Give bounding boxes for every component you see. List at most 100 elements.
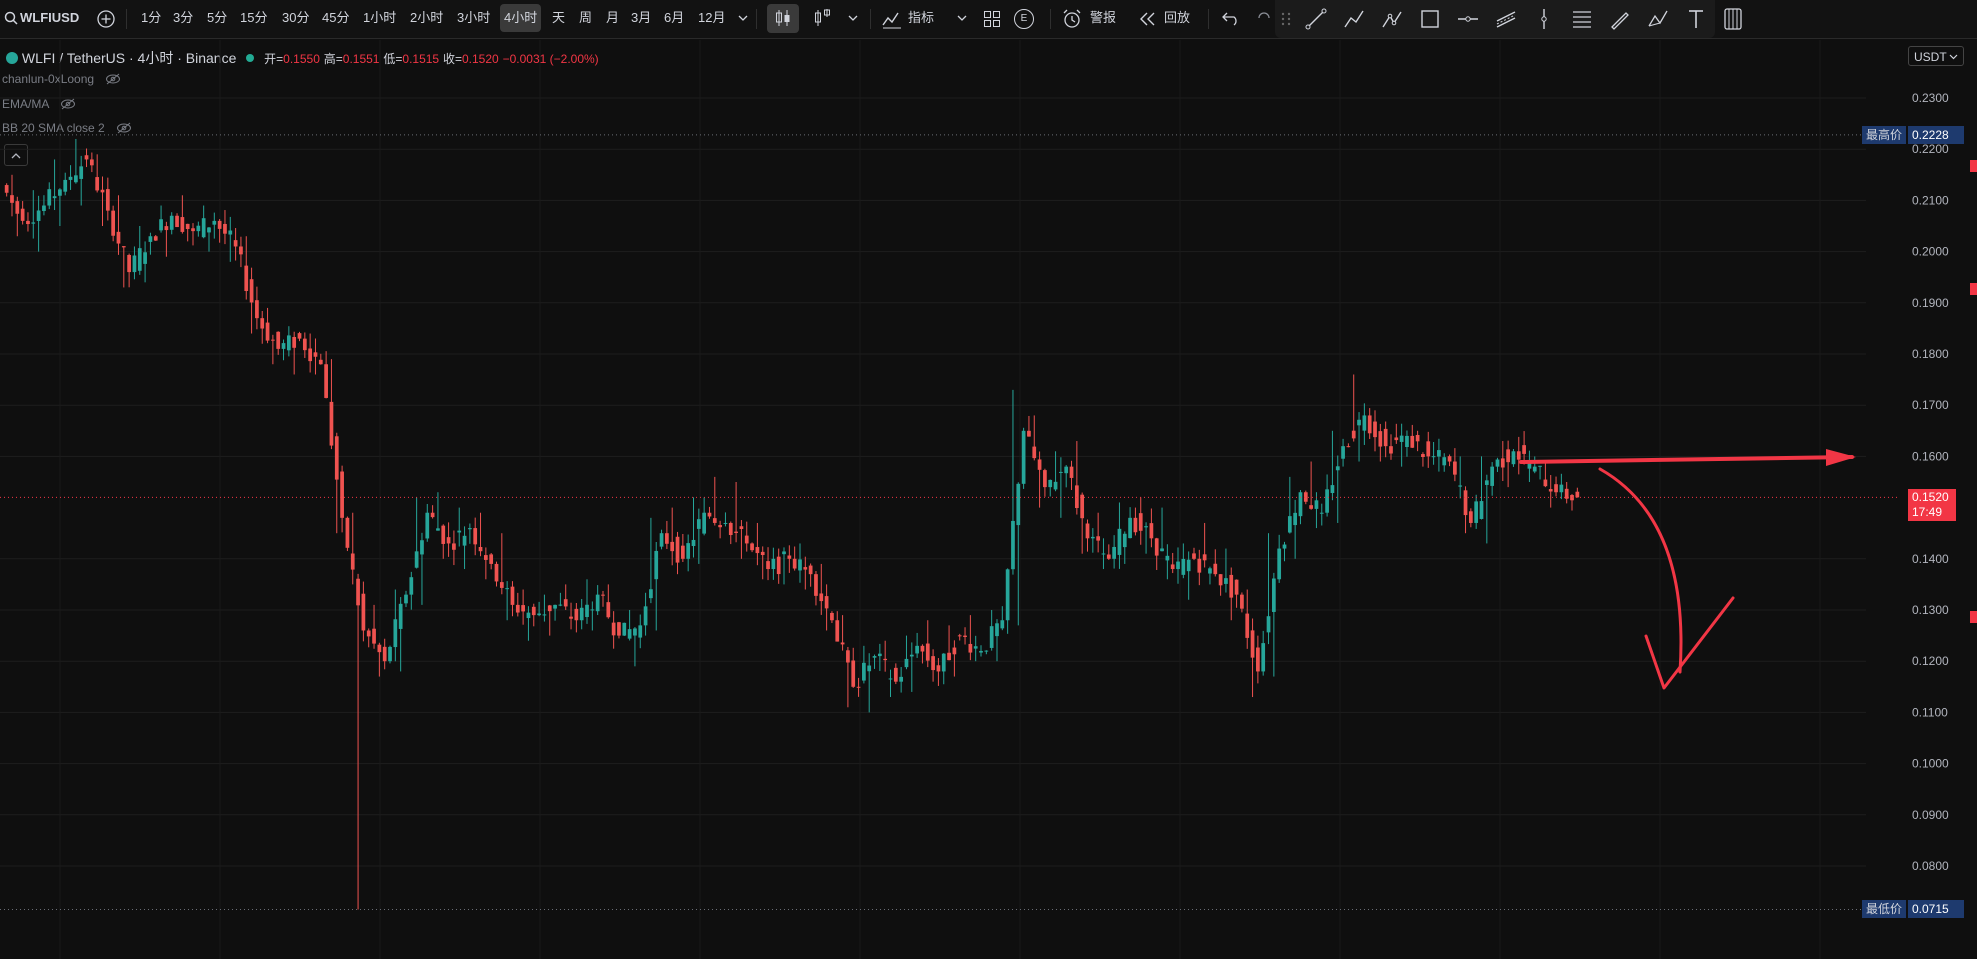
vertical-line-icon[interactable] xyxy=(1533,8,1555,30)
candle-body xyxy=(862,662,866,681)
interval-3h[interactable]: 3小时 xyxy=(457,4,490,32)
candle-body xyxy=(537,613,541,616)
parallel-channel-icon[interactable] xyxy=(1495,8,1517,30)
fib-retracement-icon[interactable] xyxy=(1571,8,1593,30)
chevron-down-icon xyxy=(1949,54,1958,60)
indicators-button[interactable]: 指标 xyxy=(908,4,934,32)
interval-3m[interactable]: 3分 xyxy=(173,4,193,32)
candle-body xyxy=(1367,415,1372,434)
measure-icon[interactable] xyxy=(1722,7,1744,31)
candle-body xyxy=(1495,459,1500,467)
alert-marker[interactable] xyxy=(1970,160,1977,172)
rectangle-icon[interactable] xyxy=(1419,8,1441,30)
interval-30m[interactable]: 30分 xyxy=(282,4,309,32)
polyline-icon[interactable] xyxy=(1343,8,1365,30)
candle-body xyxy=(185,223,190,230)
alert-marker[interactable] xyxy=(1970,611,1977,623)
interval-6month[interactable]: 6月 xyxy=(664,4,684,32)
pattern-icon[interactable] xyxy=(1647,8,1669,30)
price-chart[interactable]: 0.2300 0.2200 0.2100 0.2000 0.1900 0.1800 0.17… xyxy=(0,38,1977,959)
interval-1d[interactable]: 天 xyxy=(552,4,565,32)
chevron-down-icon[interactable] xyxy=(738,15,748,22)
text-icon[interactable] xyxy=(1685,8,1707,30)
price-tick-label: 0.2100 xyxy=(1912,193,1949,207)
candle-body xyxy=(814,574,818,596)
candle-body xyxy=(654,550,659,580)
drag-handle-icon[interactable] xyxy=(1281,12,1291,26)
interval-2h[interactable]: 2小时 xyxy=(410,4,443,32)
candle-body xyxy=(36,210,41,221)
add-symbol-icon[interactable] xyxy=(96,9,116,29)
interval-1h[interactable]: 1小时 xyxy=(363,4,396,32)
currency-selector[interactable]: USDT xyxy=(1908,46,1964,66)
undo-icon[interactable] xyxy=(1222,10,1240,26)
candle-body xyxy=(1543,479,1548,487)
layout-grid-icon[interactable] xyxy=(983,10,1001,28)
alarm-clock-icon[interactable] xyxy=(1062,9,1082,29)
search-icon[interactable] xyxy=(4,11,18,25)
candle-body xyxy=(1245,613,1250,638)
candle-body xyxy=(526,612,531,619)
chevron-down-icon[interactable] xyxy=(848,15,858,22)
trend-line-icon[interactable] xyxy=(1305,8,1327,30)
candle-body xyxy=(47,189,52,206)
candle-body xyxy=(201,218,206,238)
lowest-price-label: 最低价 xyxy=(1862,900,1907,918)
alert-button[interactable]: 警报 xyxy=(1090,4,1116,32)
candle-body xyxy=(1516,451,1521,460)
top-toolbar: WLFIUSD 1分 3分 5分 15分 30分 45分 1小时 2小时 3小时… xyxy=(0,0,1977,39)
toolbar-divider xyxy=(1050,9,1051,29)
interval-1m[interactable]: 1分 xyxy=(141,4,161,32)
candle-body xyxy=(1426,441,1431,457)
interval-5m[interactable]: 5分 xyxy=(207,4,227,32)
replay-button[interactable]: 回放 xyxy=(1164,4,1190,32)
rewind-icon[interactable] xyxy=(1140,12,1156,26)
candle-body xyxy=(196,225,201,232)
interval-3month[interactable]: 3月 xyxy=(631,4,651,32)
candle-body xyxy=(1048,479,1053,488)
candle-body xyxy=(153,236,158,241)
candle-body xyxy=(1357,419,1361,426)
candle-body xyxy=(1074,485,1079,509)
candle-body xyxy=(462,535,467,546)
candle-body xyxy=(446,537,451,544)
horizontal-ray-icon[interactable] xyxy=(1457,8,1479,30)
interval-12month[interactable]: 12月 xyxy=(698,4,725,32)
indicators-icon[interactable] xyxy=(882,9,902,29)
candle-body xyxy=(633,628,637,636)
price-tick-label: 0.0900 xyxy=(1912,808,1949,822)
candle-body xyxy=(276,331,281,349)
candle-body xyxy=(776,556,781,575)
price-tick-label: 0.2200 xyxy=(1912,142,1949,156)
candle-body xyxy=(1453,461,1457,475)
candle-body xyxy=(393,619,398,648)
bar-style-icon[interactable] xyxy=(812,7,834,29)
alert-marker[interactable] xyxy=(1970,283,1977,295)
candle-body xyxy=(350,553,355,570)
candle-body xyxy=(169,215,174,230)
candle-body xyxy=(744,535,749,544)
candle-body xyxy=(1564,488,1569,499)
candle-body xyxy=(1575,491,1580,498)
candle-body xyxy=(835,620,840,642)
interval-4h[interactable]: 4小时 xyxy=(500,4,542,32)
chevron-down-icon[interactable] xyxy=(957,15,967,22)
candle-body xyxy=(420,540,424,555)
interval-45m[interactable]: 45分 xyxy=(322,4,349,32)
candle-body xyxy=(718,525,722,528)
toolbar-divider xyxy=(870,9,871,29)
candle-body xyxy=(1287,516,1292,533)
chart-type-button[interactable] xyxy=(767,4,799,33)
interval-1month[interactable]: 月 xyxy=(606,4,619,32)
candle-body xyxy=(255,300,259,319)
events-badge[interactable]: E xyxy=(1014,9,1034,29)
interval-15m[interactable]: 15分 xyxy=(240,4,267,32)
interval-1w[interactable]: 周 xyxy=(579,4,592,32)
candle-body xyxy=(1378,431,1383,447)
brush-icon[interactable] xyxy=(1609,8,1631,30)
path-icon[interactable] xyxy=(1381,8,1403,30)
symbol-search[interactable]: WLFIUSD xyxy=(20,4,79,32)
candle-body xyxy=(4,185,9,193)
redo-icon[interactable] xyxy=(1258,12,1270,24)
candle-body xyxy=(1437,450,1441,457)
